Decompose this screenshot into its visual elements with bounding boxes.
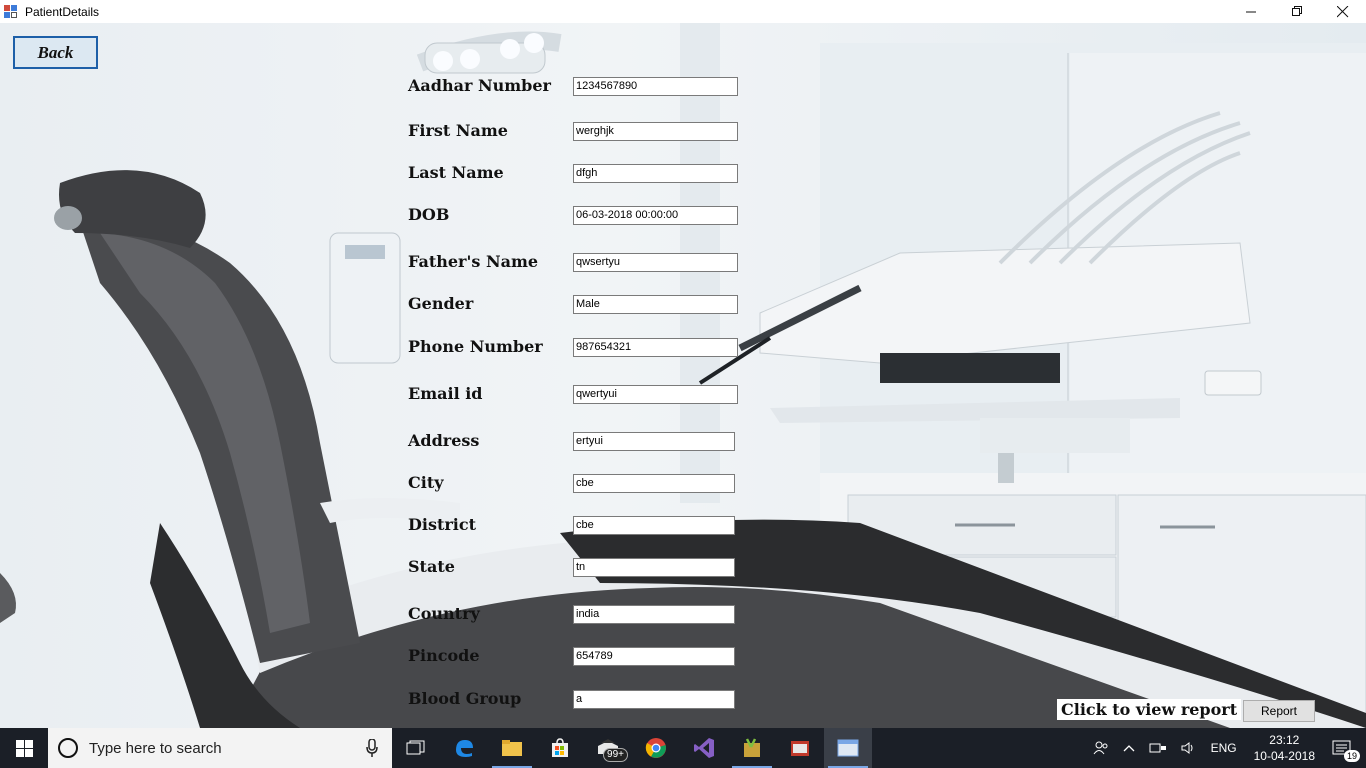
file-explorer-icon[interactable] [488, 728, 536, 768]
address-field[interactable]: ertyui [573, 432, 735, 451]
last-name-field[interactable]: dfgh [573, 164, 738, 183]
title-bar: PatientDetails [0, 0, 1366, 23]
country-field[interactable]: india [573, 605, 735, 624]
state-field[interactable]: tn [573, 558, 735, 577]
windows-logo-icon [15, 739, 33, 757]
city-field[interactable]: cbe [573, 474, 735, 493]
app-icon [4, 4, 18, 19]
window-title: PatientDetails [25, 4, 100, 19]
dob-label: DOB [408, 205, 450, 224]
aadhar-number-field[interactable]: 1234567890 [573, 77, 738, 96]
start-button[interactable] [0, 728, 48, 768]
network-icon[interactable] [1142, 728, 1174, 768]
pincode-field[interactable]: 654789 [573, 647, 735, 666]
edge-icon[interactable] [440, 728, 488, 768]
task-view-icon[interactable] [392, 728, 440, 768]
tools-icon[interactable] [728, 728, 776, 768]
dob-field[interactable]: 06-03-2018 00:00:00 [573, 206, 738, 225]
email-id-field[interactable]: qwertyui [573, 385, 738, 404]
phone-number-label: Phone Number [408, 337, 543, 356]
gender-field[interactable]: Male [573, 295, 738, 314]
view-report-label: Click to view report [1057, 699, 1242, 720]
chrome-icon[interactable] [632, 728, 680, 768]
visual-studio-icon[interactable] [680, 728, 728, 768]
people-icon[interactable] [1086, 728, 1116, 768]
gender-label: Gender [408, 294, 474, 313]
minimize-button[interactable] [1228, 0, 1274, 23]
back-button[interactable]: Back [13, 36, 98, 69]
address-label: Address [408, 431, 480, 450]
state-label: State [408, 557, 455, 576]
last-name-label: Last Name [408, 163, 504, 182]
mail-badge: 99+ [603, 748, 628, 762]
fathers-name-field[interactable]: qwsertyu [573, 253, 738, 272]
phone-number-field[interactable]: 987654321 [573, 338, 738, 357]
taskbar-search-box[interactable]: Type here to search [48, 728, 392, 768]
restore-button[interactable] [1274, 0, 1320, 23]
action-center-icon[interactable]: 19 [1325, 728, 1366, 768]
system-tray: ENG 23:12 10-04-2018 19 [1086, 728, 1366, 768]
form-surface: Back Aadhar Number First Name Last Name … [0, 23, 1366, 728]
email-id-label: Email id [408, 384, 483, 403]
store-icon[interactable] [536, 728, 584, 768]
country-label: Country [408, 604, 480, 623]
first-name-label: First Name [408, 121, 508, 140]
report-button[interactable]: Report [1243, 700, 1315, 722]
search-placeholder: Type here to search [89, 739, 222, 757]
blood-group-field[interactable]: a [573, 690, 735, 709]
fathers-name-label: Father's Name [408, 252, 539, 271]
language-indicator[interactable]: ENG [1204, 728, 1244, 768]
first-name-field[interactable]: werghjk [573, 122, 738, 141]
pincode-label: Pincode [408, 646, 480, 665]
microphone-icon[interactable] [366, 739, 378, 757]
chevron-up-icon[interactable] [1116, 728, 1142, 768]
mail-icon[interactable]: 99+ [584, 728, 632, 768]
close-button[interactable] [1320, 0, 1366, 23]
window-app-icon[interactable] [824, 728, 872, 768]
aadhar-number-label: Aadhar Number [408, 76, 551, 95]
taskbar: Type here to search 99+ ENG 23:12 10-04-… [0, 728, 1366, 768]
blood-group-label: Blood Group [408, 689, 522, 708]
cortana-icon [58, 738, 78, 758]
district-field[interactable]: cbe [573, 516, 735, 535]
clock[interactable]: 23:12 10-04-2018 [1244, 732, 1325, 764]
clock-date: 10-04-2018 [1253, 749, 1315, 763]
clock-time: 23:12 [1269, 733, 1300, 747]
city-label: City [408, 473, 444, 492]
volume-icon[interactable] [1174, 728, 1204, 768]
district-label: District [408, 515, 476, 534]
app-red-icon[interactable] [776, 728, 824, 768]
notification-count: 19 [1343, 750, 1360, 762]
